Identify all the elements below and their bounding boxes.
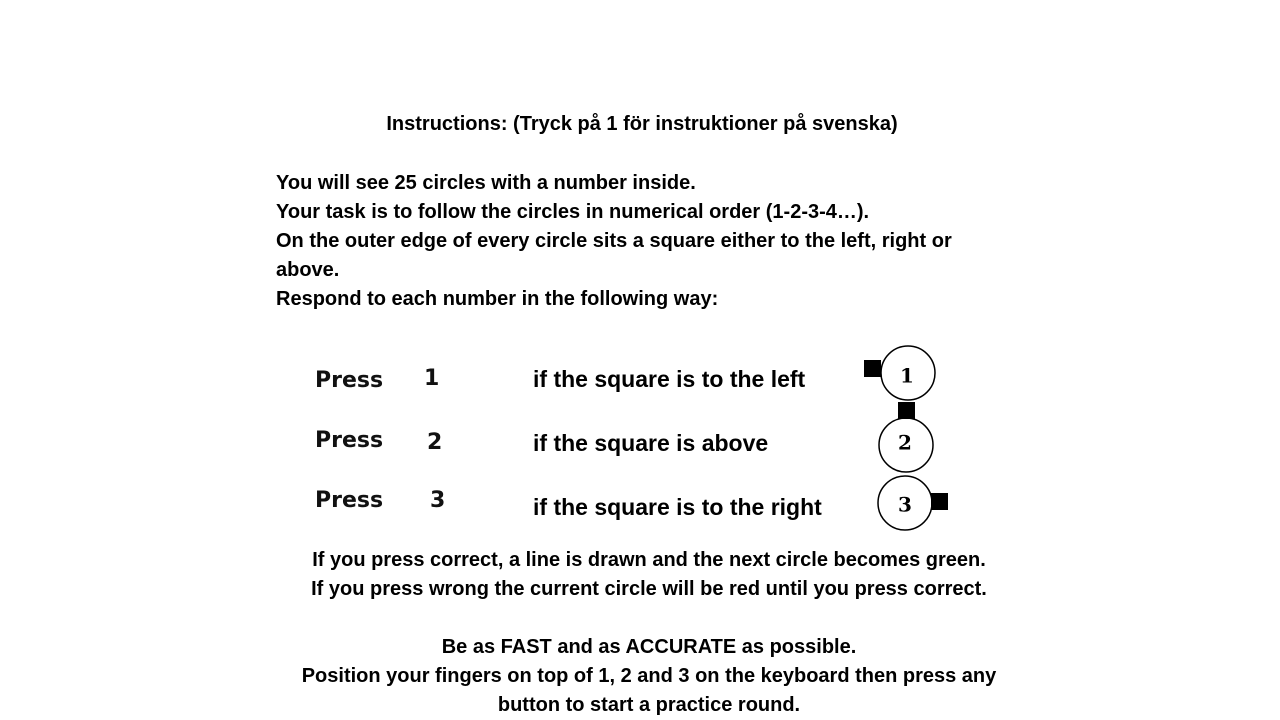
feedback-text: If you press correct, a line is drawn an… — [0, 546, 1280, 604]
feedback-line: If you press correct, a line is drawn an… — [312, 549, 986, 571]
circle-number: 1 — [900, 364, 914, 388]
circle-number: 2 — [898, 431, 912, 455]
closing-text: Be as FAST and as ACCURATE as possible. … — [0, 633, 1280, 720]
closing-line: Be as FAST and as ACCURATE as possible. — [441, 636, 857, 658]
feedback-line: If you press wrong the current circle wi… — [311, 578, 987, 600]
square-marker — [931, 493, 948, 510]
square-marker — [898, 402, 915, 419]
example-circle-left: 1 — [864, 345, 936, 401]
example-figure: 1 2 3 — [864, 345, 948, 531]
example-circle-above: 2 — [878, 402, 934, 473]
instruction-screen[interactable]: Instructions: (Tryck på 1 för instruktio… — [0, 0, 1280, 720]
square-marker — [864, 360, 881, 377]
circle-number: 3 — [898, 493, 912, 517]
example-circle-right: 3 — [877, 475, 948, 531]
closing-line: Position your fingers on top of 1, 2 and… — [301, 665, 997, 716]
